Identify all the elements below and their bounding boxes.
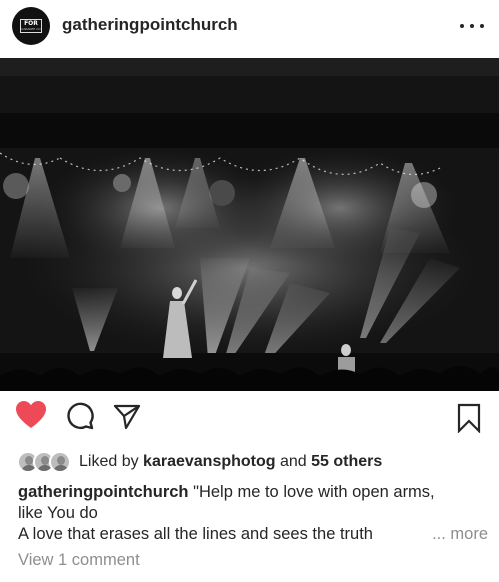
caption-username[interactable]: gatheringpointchurch [18, 483, 189, 501]
likes-row: Liked by karaevansphotog and 55 others [17, 450, 382, 474]
post-caption: gatheringpointchurch "Help me to love wi… [18, 482, 488, 545]
comment-icon[interactable] [66, 402, 94, 430]
post-photo[interactable] [0, 58, 499, 391]
action-bar [0, 398, 499, 442]
caption-line-1: "Help me to love with open arms, [193, 483, 435, 501]
avatar[interactable]: FOR KARAKEE CO [12, 7, 50, 45]
caption-line-3: A love that erases all the lines and see… [18, 525, 373, 543]
send-icon[interactable] [113, 404, 141, 430]
likes-others-link[interactable]: 55 others [311, 453, 382, 470]
bookmark-icon[interactable] [457, 403, 481, 433]
view-comments-link[interactable]: View 1 comment [18, 551, 140, 570]
caption-more-link[interactable]: ... more [432, 524, 488, 545]
liker-avatar [49, 451, 71, 473]
heart-filled-icon[interactable] [16, 401, 46, 429]
liker-avatars[interactable] [17, 451, 75, 473]
post-header: FOR KARAKEE CO gatheringpointchurch [0, 0, 499, 58]
more-options-icon[interactable] [460, 16, 484, 36]
post-username[interactable]: gatheringpointchurch [62, 15, 238, 35]
likes-prefix: Liked by [79, 453, 139, 470]
likes-user-link[interactable]: karaevansphotog [143, 453, 275, 470]
likes-conjunction: and [279, 453, 307, 470]
avatar-logo-subtext: KARAKEE CO [21, 27, 41, 31]
caption-line-2: like You do [18, 504, 98, 522]
concert-stage-image [0, 58, 499, 391]
likes-summary: Liked by karaevansphotog and 55 others [79, 453, 382, 471]
avatar-logo: FOR KARAKEE CO [20, 19, 42, 33]
